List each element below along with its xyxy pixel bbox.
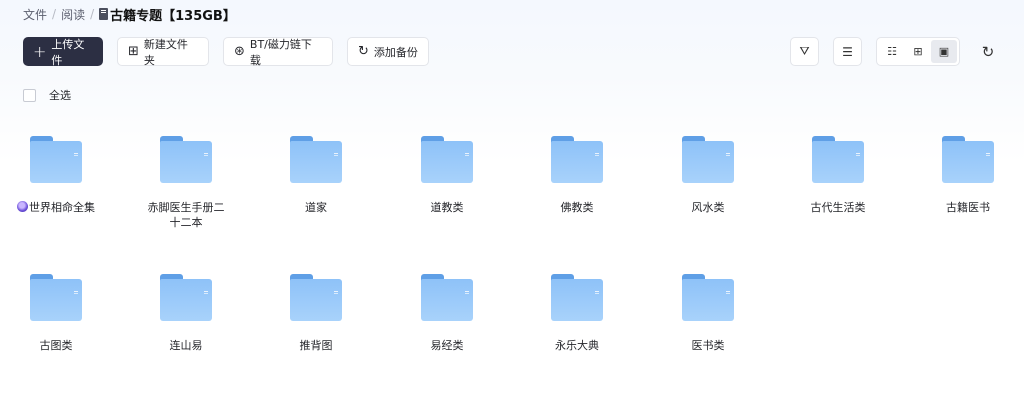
folder-name: 道家 [305, 201, 327, 214]
folder-name: 道教类 [430, 201, 464, 214]
folder-item[interactable]: 古图类 [0, 274, 116, 353]
folder-icon [290, 274, 342, 321]
folder-icon [30, 274, 82, 321]
folder-name: 医书类 [691, 339, 725, 352]
folder-name: 易经类 [430, 339, 464, 352]
folder-item[interactable]: 世界相命全集 [0, 136, 116, 215]
folder-item[interactable]: 佛教类 [517, 136, 637, 215]
folder-item[interactable]: 道教类 [387, 136, 507, 215]
app-badge-icon [17, 201, 28, 212]
folder-icon [551, 136, 603, 183]
folder-name: 世界相命全集 [0, 200, 116, 215]
folder-icon [160, 274, 212, 321]
folder-item[interactable]: 连山易 [126, 274, 246, 353]
folder-item[interactable]: 道家 [256, 136, 376, 215]
folder-name: 佛教类 [560, 201, 594, 214]
folder-icon [551, 274, 603, 321]
folder-icon [812, 136, 864, 183]
folder-grid: 世界相命全集 赤脚医生手册二十二本 道家 道教类 佛教类 风水类 古代生活类 古… [0, 0, 1024, 407]
folder-icon [682, 274, 734, 321]
folder-name: 推背图 [299, 339, 333, 352]
folder-name: 永乐大典 [555, 339, 599, 352]
folder-item[interactable]: 赤脚医生手册二十二本 [126, 136, 246, 230]
folder-name: 赤脚医生手册二十二本 [147, 201, 225, 229]
folder-name: 风水类 [691, 201, 725, 214]
folder-item[interactable]: 推背图 [256, 274, 376, 353]
folder-icon [30, 136, 82, 183]
folder-item[interactable]: 医书类 [648, 274, 768, 353]
folder-icon [682, 136, 734, 183]
folder-icon [421, 274, 473, 321]
folder-item[interactable]: 易经类 [387, 274, 507, 353]
folder-item[interactable]: 永乐大典 [517, 274, 637, 353]
folder-name: 连山易 [169, 339, 203, 352]
folder-item[interactable]: 古籍医书 [908, 136, 1024, 215]
folder-icon [290, 136, 342, 183]
folder-icon [421, 136, 473, 183]
folder-item[interactable]: 古代生活类 [778, 136, 898, 215]
folder-icon [942, 136, 994, 183]
folder-name: 古图类 [39, 339, 73, 352]
folder-name: 古代生活类 [810, 201, 866, 214]
folder-item[interactable]: 风水类 [648, 136, 768, 215]
folder-icon [160, 136, 212, 183]
folder-name: 古籍医书 [946, 201, 990, 214]
